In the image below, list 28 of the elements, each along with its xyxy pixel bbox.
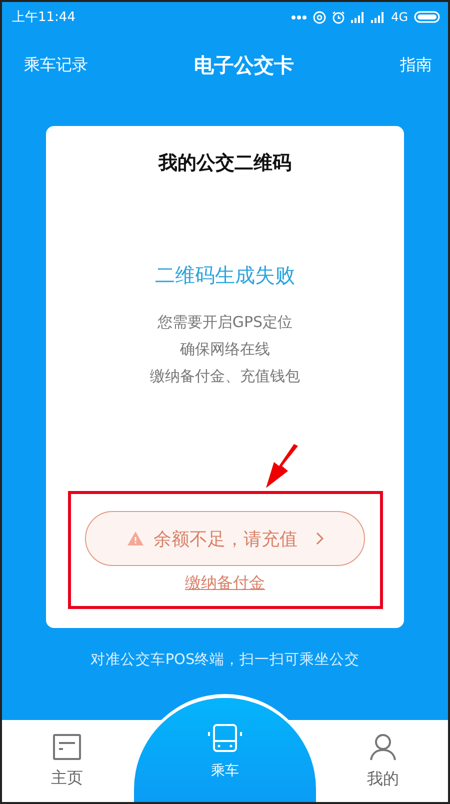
nav-tab[interactable]: 乘车	[134, 698, 316, 802]
recharge-button[interactable]: 余额不足，请充值	[85, 511, 365, 566]
page-title: 电子公交卡	[194, 52, 294, 78]
deposit-link[interactable]: 缴纳备付金	[185, 573, 265, 594]
dots-icon	[291, 14, 308, 20]
status-time: 上午11:44	[12, 9, 76, 26]
alarm-icon	[332, 10, 346, 24]
warning-icon	[126, 531, 144, 546]
nav-tab[interactable]: 主页	[2, 720, 132, 802]
battery-icon	[414, 11, 440, 23]
signal-icon	[351, 12, 366, 22]
chevron-icon	[316, 532, 324, 545]
card-icon	[53, 734, 81, 760]
card-title: 我的公交二维码	[158, 151, 292, 176]
hotspot-icon	[313, 10, 326, 24]
tip-text: 对准公交车POS终端，扫一扫可乘坐公交	[89, 650, 361, 669]
requirement-text: 缴纳备付金、充值钱包	[150, 366, 300, 387]
bus-icon	[208, 724, 242, 754]
ride-records-link[interactable]: 乘车记录	[22, 52, 90, 78]
error-message: 二维码生成失败	[155, 262, 295, 289]
guide-link[interactable]: 指南	[398, 52, 434, 78]
arrow-drawing	[266, 444, 300, 488]
requirement-text: 确保网络在线	[180, 339, 270, 360]
signal-icon	[371, 12, 386, 22]
nav-tab[interactable]: 我的	[318, 720, 448, 802]
network-label: 4G	[391, 10, 408, 24]
requirement-text: 您需要开启GPS定位	[157, 312, 293, 333]
person-icon	[369, 732, 397, 760]
